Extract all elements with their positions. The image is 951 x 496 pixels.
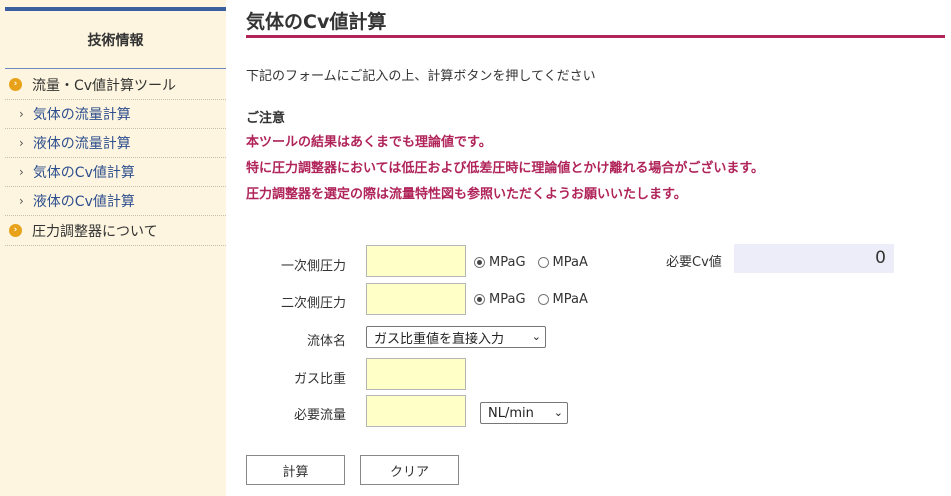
chevron-right-icon: › <box>19 165 24 179</box>
flow-label: 必要流量 <box>293 408 346 423</box>
flow-unit-value: NL/min <box>488 405 534 421</box>
gas-gravity-input[interactable] <box>366 358 466 390</box>
result-label: 必要Cv値 <box>666 255 722 270</box>
radio-mpag[interactable] <box>474 294 485 305</box>
result-value: 0 <box>734 244 894 273</box>
radio-label: MPaG <box>489 255 526 270</box>
main-content: 気体のCv値計算 下記のフォームにご記入の上、計算ボタンを押してください ご注意… <box>246 0 946 496</box>
page-title: 気体のCv値計算 <box>246 11 387 33</box>
radio-mpaa[interactable] <box>537 257 549 268</box>
menu-item-cv-tools[interactable]: › 流量・Cv値計算ツール <box>5 70 226 100</box>
menu-item-regulators[interactable]: › 圧力調整器について <box>5 216 226 246</box>
flow-unit-select[interactable]: NL/min ⌄ <box>480 402 568 424</box>
title-underline <box>246 35 945 38</box>
sub-item-label: 気体の流量計算 <box>32 107 131 123</box>
radio-mpaa[interactable] <box>537 294 549 305</box>
chevron-down-icon: ⌄ <box>531 330 541 343</box>
chevron-down-icon: ⌄ <box>553 406 563 419</box>
radio-label: MPaA <box>552 292 588 307</box>
fluid-select[interactable]: ガス比重値を直接入力 ⌄ <box>366 326 546 348</box>
sub-item-label: 液体のCv値計算 <box>32 194 135 210</box>
chevron-right-icon: › <box>19 194 24 208</box>
primary-pressure-label: 一次側圧力 <box>280 259 346 274</box>
radio-label: MPaA <box>552 255 588 270</box>
secondary-pressure-label: 二次側圧力 <box>280 296 346 311</box>
sub-item-gas-cv[interactable]: › 気体のCv値計算 <box>5 158 226 187</box>
fluid-select-value: ガス比重値を直接入力 <box>374 331 505 347</box>
fluid-label: 流体名 <box>306 334 346 349</box>
sidebar-header: 技術情報 <box>5 11 226 69</box>
sub-item-gas-flow[interactable]: › 気体の流量計算 <box>5 100 226 129</box>
sub-item-label: 液体の流量計算 <box>32 136 131 152</box>
sub-item-liquid-cv[interactable]: › 液体のCv値計算 <box>5 187 226 216</box>
intro-text: 下記のフォームにご記入の上、計算ボタンを押してください <box>246 69 596 84</box>
menu-item-label: 圧力調整器について <box>32 223 158 240</box>
sub-item-liquid-flow[interactable]: › 液体の流量計算 <box>5 129 226 158</box>
radio-mpag[interactable] <box>474 257 485 268</box>
sidebar-menu: › 流量・Cv値計算ツール › 気体の流量計算 › 液体の流量計算 › 気体のC… <box>5 70 226 246</box>
menu-item-label: 流量・Cv値計算ツール <box>32 77 177 94</box>
primary-pressure-input[interactable] <box>366 245 466 277</box>
calculate-button[interactable]: 計算 <box>246 455 345 485</box>
chevron-right-icon: › <box>19 136 24 150</box>
sidebar: 技術情報 › 流量・Cv値計算ツール › 気体の流量計算 › 液体の流量計算 ›… <box>0 0 226 496</box>
secondary-pressure-input[interactable] <box>366 283 466 315</box>
notice-line: 本ツールの結果はあくまでも理論値です。 <box>246 135 492 150</box>
notice-line: 特に圧力調整器においては低圧および低差圧時に理論値とかけ離れる場合がございます。 <box>246 161 765 176</box>
secondary-pressure-unit-group: MPaG MPaA <box>474 292 600 307</box>
clear-button[interactable]: クリア <box>360 455 459 485</box>
notice-title: ご注意 <box>246 111 286 126</box>
flow-input[interactable] <box>366 395 466 427</box>
radio-label: MPaG <box>489 292 526 307</box>
notice-line: 圧力調整器を選定の際は流量特性図も参照いただくようお願いいたします。 <box>246 187 687 202</box>
gas-gravity-label: ガス比重 <box>293 372 346 387</box>
sub-item-label: 気体のCv値計算 <box>32 165 135 181</box>
circle-chevron-icon: › <box>9 78 22 91</box>
circle-chevron-icon: › <box>9 224 22 237</box>
chevron-right-icon: › <box>19 107 24 121</box>
primary-pressure-unit-group: MPaG MPaA <box>474 255 600 270</box>
